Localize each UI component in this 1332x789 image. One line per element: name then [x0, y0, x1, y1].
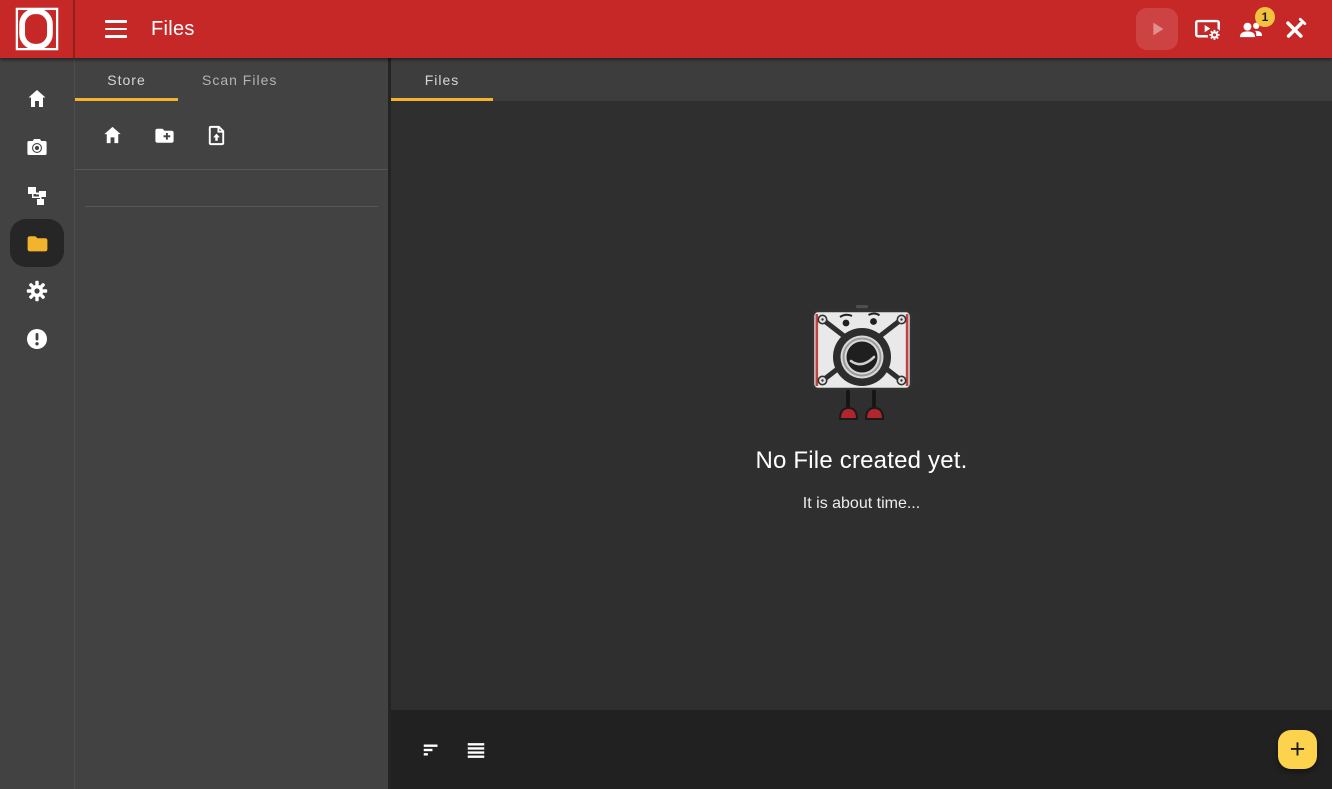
webcam-settings-button[interactable] — [1192, 14, 1222, 44]
start-print-button[interactable] — [1136, 8, 1178, 50]
users-button[interactable]: 1 — [1236, 14, 1266, 44]
video-settings-icon — [1194, 16, 1221, 43]
plus-icon: + — [1290, 736, 1306, 763]
app-body: Store Scan Files — [0, 58, 1332, 789]
app-window: Files — [0, 0, 1332, 789]
rail-item-home[interactable] — [10, 75, 64, 123]
rail-item-alerts[interactable] — [10, 315, 64, 363]
sort-button[interactable] — [419, 737, 445, 763]
tab-scan-files-label: Scan Files — [202, 72, 277, 88]
tab-files-label: Files — [425, 72, 460, 88]
app-bar-actions: 1 — [1136, 8, 1332, 50]
files-source-panel: Store Scan Files — [75, 58, 391, 789]
bottom-bar-icons — [419, 737, 489, 763]
upload-file-button[interactable] — [203, 122, 229, 148]
upload-file-icon — [205, 124, 228, 147]
bottom-bar: + — [391, 710, 1332, 789]
nav-rail — [0, 58, 75, 789]
add-file-fab[interactable]: + — [1278, 730, 1317, 769]
empty-state-subtitle: It is about time... — [803, 495, 920, 513]
error-icon — [25, 327, 49, 351]
files-main-pane: Files — [391, 58, 1332, 789]
panel-divider-inset — [85, 206, 378, 207]
create-folder-button[interactable] — [151, 122, 177, 148]
tab-store-label: Store — [107, 72, 145, 88]
rail-item-connections[interactable] — [10, 171, 64, 219]
settings-icon — [25, 279, 49, 303]
tab-store[interactable]: Store — [75, 58, 178, 101]
go-home-folder-button[interactable] — [99, 122, 125, 148]
camera-icon — [25, 135, 49, 159]
tab-scan-files[interactable]: Scan Files — [178, 58, 301, 101]
webcam-mascot-image — [809, 305, 915, 423]
rail-item-files[interactable] — [10, 219, 64, 267]
user-count-badge: 1 — [1255, 7, 1275, 27]
file-list-row-empty — [75, 170, 388, 206]
rail-item-webcam[interactable] — [10, 123, 64, 171]
tree-icon — [25, 183, 49, 207]
create-folder-icon — [153, 124, 176, 147]
panel-tabs: Store Scan Files — [75, 58, 388, 101]
rows-icon — [465, 739, 487, 761]
empty-state-title: No File created yet. — [755, 447, 967, 475]
app-logo — [0, 0, 75, 58]
hamburger-menu-button[interactable] — [103, 19, 129, 39]
logo-o-icon — [14, 6, 60, 52]
empty-state: No File created yet. It is about time... — [391, 101, 1332, 710]
home-icon — [25, 87, 49, 111]
panel-toolbar — [75, 101, 388, 169]
sort-icon — [421, 739, 443, 761]
rail-item-settings[interactable] — [10, 267, 64, 315]
play-icon — [1146, 18, 1168, 40]
crossed-tools-icon — [1281, 15, 1309, 43]
hamburger-icon — [105, 20, 127, 23]
app-bar: Files — [0, 0, 1332, 58]
page-title: Files — [151, 18, 195, 41]
maintenance-button[interactable] — [1280, 14, 1310, 44]
main-tabs: Files — [391, 58, 1332, 101]
list-view-button[interactable] — [463, 737, 489, 763]
tab-files[interactable]: Files — [391, 58, 493, 101]
folder-icon — [25, 231, 50, 256]
home-icon — [101, 124, 124, 147]
